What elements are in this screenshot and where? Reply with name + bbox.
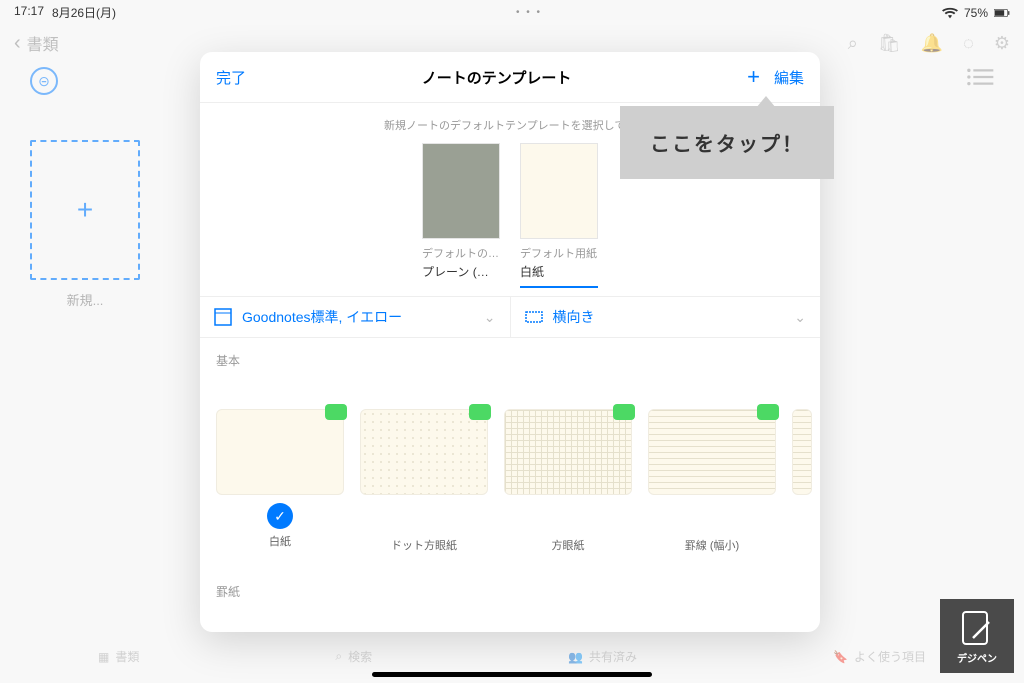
orientation-icon [525, 308, 543, 326]
paper-caption: デフォルト用紙 [520, 245, 598, 261]
callout-text: ここをタップ！ [650, 134, 804, 156]
bell-icon[interactable]: 🔔 [921, 33, 943, 54]
section-lined-label: 罫紙 [200, 563, 820, 600]
section-basic-label: 基本 [200, 338, 820, 369]
landscape-badge-icon [469, 404, 491, 420]
default-cover-preview[interactable]: デフォルトの… プレーン (… [422, 143, 500, 288]
selected-check-icon: ✓ [267, 503, 293, 529]
chevron-down-icon: ⌄ [794, 309, 806, 326]
done-button[interactable]: 完了 [216, 67, 246, 88]
search-icon: ⌕ [335, 649, 342, 664]
template-label: ドット方眼紙 [360, 537, 488, 553]
bag-icon[interactable]: 🛍 [878, 33, 901, 54]
default-paper-preview[interactable]: デフォルト用紙 白紙 [520, 143, 598, 288]
new-document-label: 新規... [30, 290, 140, 309]
bookmark-icon: 🔖 [833, 650, 848, 664]
status-time: 17:17 [14, 4, 44, 21]
tablet-pen-icon [957, 608, 997, 648]
watermark-label: デジペン [957, 650, 997, 665]
landscape-badge-icon [757, 404, 779, 420]
paper-icon [214, 308, 232, 326]
template-blank[interactable]: ✓ 白紙 [216, 409, 344, 553]
annotation-callout: ここをタップ！ [620, 106, 834, 179]
list-view-icon[interactable] [966, 67, 994, 87]
template-label: 白紙 [216, 533, 344, 549]
watermark: デジペン [940, 599, 1014, 673]
paper-thumb [520, 143, 598, 239]
tab-search[interactable]: ⌕ 検索 [335, 648, 372, 665]
status-date: 8月26日(月) [52, 4, 116, 21]
tab-documents[interactable]: ▦ 書類 [98, 648, 139, 665]
grid-icon: ▦ [98, 650, 109, 664]
tab-favorites[interactable]: 🔖 よく使う項目 [833, 648, 926, 665]
battery-icon [994, 7, 1010, 19]
edit-button[interactable]: 編集 [774, 67, 804, 88]
template-dot-grid[interactable]: ドット方眼紙 [360, 409, 488, 553]
select-mode-icon[interactable]: ⊝ [30, 67, 58, 95]
check-circle-icon[interactable]: ◌ [963, 33, 974, 54]
chevron-down-icon: ⌄ [484, 309, 496, 326]
search-icon[interactable]: ⌕ [848, 33, 858, 54]
paper-sub: 白紙 [520, 263, 598, 280]
template-more[interactable] [792, 409, 812, 553]
paper-style-label: Goodnotes標準, イエロー [242, 307, 402, 327]
orientation-label: 横向き [553, 307, 595, 327]
template-ruled-narrow[interactable]: 罫線 (幅小) [648, 409, 776, 553]
landscape-badge-icon [613, 404, 635, 420]
orientation-selector[interactable]: 横向き ⌄ [511, 297, 821, 337]
new-document-tile[interactable]: + [30, 140, 140, 280]
add-template-button[interactable]: + [747, 64, 760, 90]
template-grid[interactable]: 方眼紙 [504, 409, 632, 553]
home-indicator[interactable] [372, 672, 652, 677]
gear-icon[interactable]: ⚙ [994, 33, 1010, 54]
battery-percent: 75% [964, 6, 988, 20]
cover-sub: プレーン (… [422, 263, 500, 280]
back-chevron-icon[interactable]: ‹ [14, 32, 21, 55]
paper-style-selector[interactable]: Goodnotes標準, イエロー ⌄ [200, 297, 511, 337]
modal-title: ノートのテンプレート [422, 67, 572, 88]
template-label: 罫線 (幅小) [648, 537, 776, 553]
tab-shared[interactable]: 👥 共有済み [568, 648, 637, 665]
multitask-dots: • • • [116, 7, 942, 18]
landscape-badge-icon [325, 404, 347, 420]
template-label: 方眼紙 [504, 537, 632, 553]
cover-caption: デフォルトの… [422, 245, 500, 261]
people-icon: 👥 [568, 650, 583, 664]
cover-thumb [422, 143, 500, 239]
wifi-icon [942, 7, 958, 19]
